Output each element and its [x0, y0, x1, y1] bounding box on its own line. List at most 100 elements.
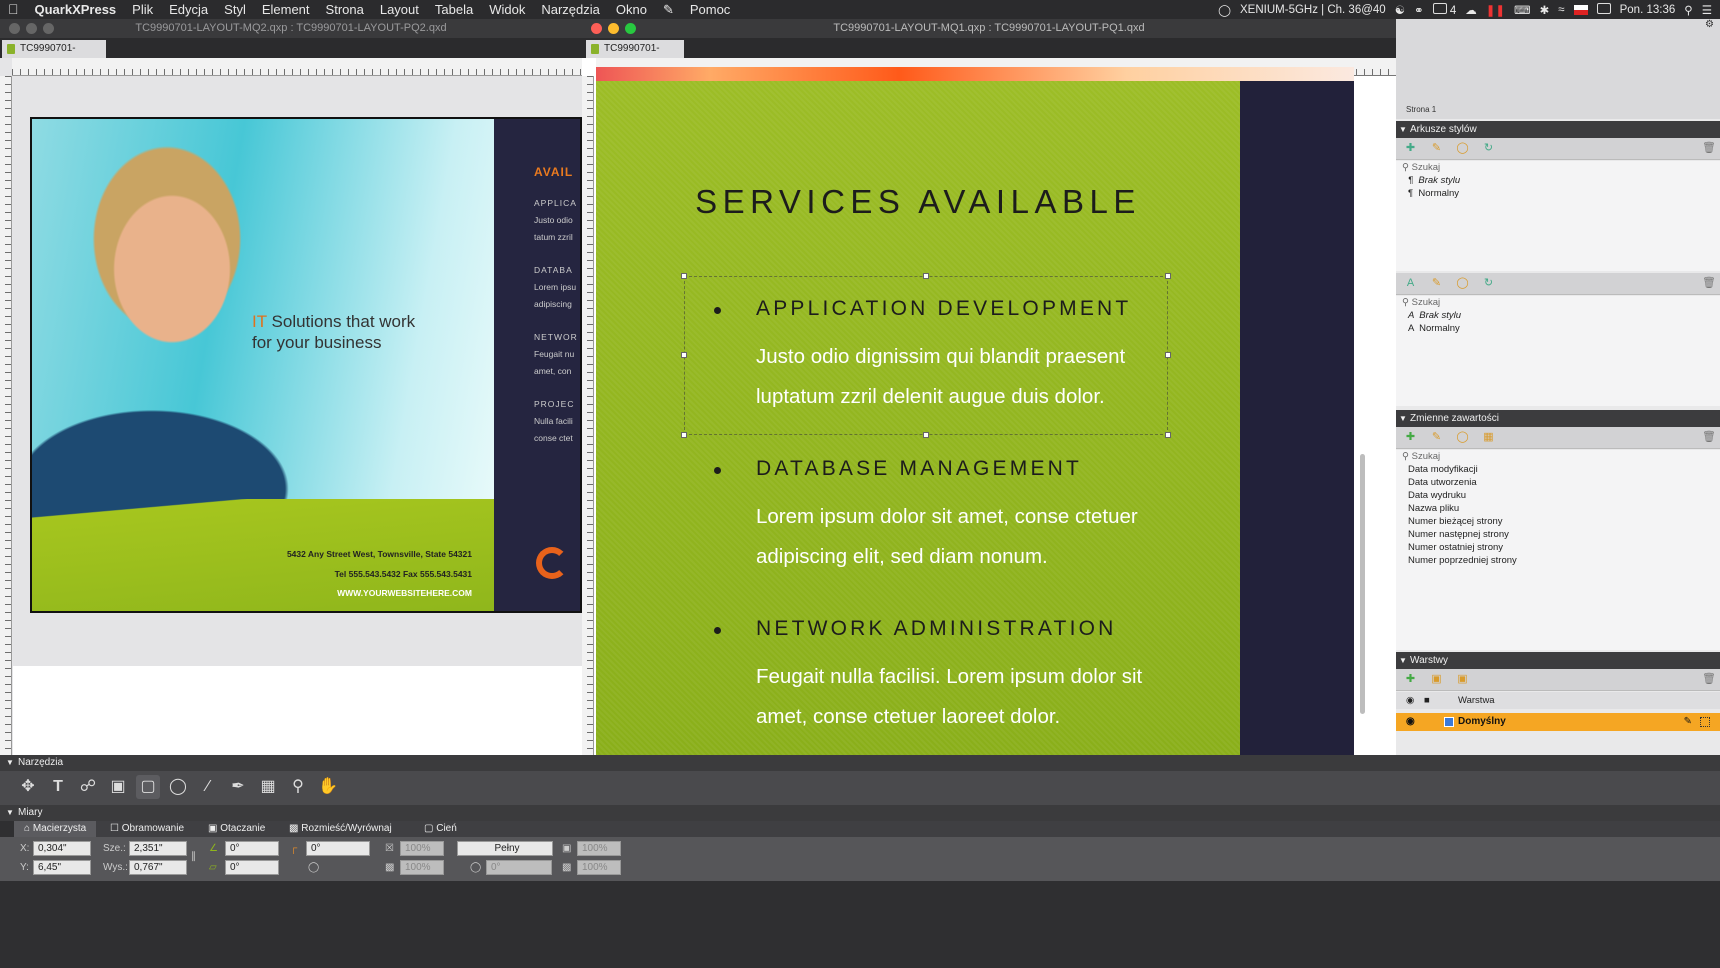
battery-widget-icon[interactable]: 4 — [1432, 2, 1456, 17]
right-vertical-ruler[interactable] — [582, 76, 594, 755]
resize-handle[interactable] — [681, 273, 687, 279]
variable-item[interactable]: Numer ostatniej strony — [1396, 541, 1720, 554]
right-window-titlebar[interactable]: TC9990701-LAYOUT-MQ1.qxp : TC9990701-LAY… — [582, 19, 1396, 38]
style-item[interactable]: ¶ Brak stylu — [1396, 174, 1720, 187]
tab-frame[interactable]: ☐ Obramowanie — [100, 821, 194, 837]
gear-icon[interactable]: ⚙ — [1705, 19, 1714, 30]
menu-narzedzia[interactable]: Narzędzia — [533, 0, 608, 19]
zoom-button[interactable] — [625, 23, 636, 34]
pause-icon[interactable]: ❚❚ — [1486, 3, 1505, 17]
line-tool-icon[interactable]: ∕ — [196, 775, 220, 799]
delete-icon[interactable]: 🗑 — [1702, 277, 1716, 290]
minimize-button[interactable] — [608, 23, 619, 34]
left-window-titlebar[interactable]: TC9990701-LAYOUT-MQ2.qxp : TC9990701-LAY… — [0, 19, 582, 38]
style-item[interactable]: ¶ Normalny — [1396, 187, 1720, 200]
oval-tool-icon[interactable]: ◯ — [166, 775, 190, 799]
rotation-field[interactable]: 0° — [225, 841, 279, 856]
clock[interactable]: Pon. 13:36 — [1620, 4, 1676, 16]
add-layer-icon[interactable]: ✚ — [1404, 673, 1417, 686]
duplicate-icon[interactable]: ◯ — [1456, 142, 1469, 155]
frame-width-icon[interactable]: ▣ — [562, 841, 571, 856]
page-layout-area[interactable]: Strona 1 ⚙ — [1396, 19, 1720, 119]
edit-layer-icon[interactable]: ✎ — [1684, 713, 1692, 731]
tab-drop-shadow[interactable]: ▢ Cień — [414, 821, 467, 837]
left-horizontal-ruler[interactable] — [12, 58, 582, 76]
pan-tool-icon[interactable]: ✋ — [316, 775, 340, 799]
fill-shade-field[interactable]: 100% — [400, 841, 444, 856]
frame-color-icon[interactable]: ◯ — [470, 860, 481, 875]
fill-opacity-icon[interactable]: ▩ — [385, 860, 394, 875]
keyboard-icon[interactable]: ⌨ — [1514, 3, 1531, 17]
minimize-button[interactable] — [26, 23, 37, 34]
add-icon[interactable]: ✚ — [1404, 431, 1417, 444]
wifi-icon[interactable]: ≈ — [1558, 4, 1564, 16]
x-field[interactable]: 0,304" — [33, 841, 91, 856]
dark-sidebar-block[interactable] — [1240, 81, 1354, 755]
duplicate-icon[interactable]: ◯ — [1456, 277, 1469, 290]
headphones-icon[interactable]: ⚭ — [1414, 3, 1424, 17]
gap-color-icon[interactable]: ▩ — [562, 860, 571, 875]
fill-opacity-field[interactable]: 100% — [400, 860, 444, 875]
script-icon[interactable]: ✎ — [655, 0, 682, 19]
new-style-icon[interactable]: A — [1404, 277, 1417, 290]
edit-icon[interactable]: ✎ — [1430, 277, 1443, 290]
delete-icon[interactable]: 🗑 — [1702, 142, 1716, 155]
menu-layout[interactable]: Layout — [372, 0, 427, 19]
variable-item[interactable]: Nazwa pliku — [1396, 502, 1720, 515]
corner-radius-field[interactable]: 0° — [306, 841, 370, 856]
menu-styl[interactable]: Styl — [216, 0, 254, 19]
visibility-eye-icon[interactable]: ◉ — [1406, 713, 1415, 731]
char-style-item[interactable]: A Brak stylu — [1396, 309, 1720, 322]
search-icon[interactable]: ⚲ — [1684, 3, 1692, 17]
wifi-status[interactable]: XENIUM-5GHz | Ch. 36@40 — [1240, 4, 1386, 16]
flag-icon[interactable] — [1573, 4, 1588, 15]
content-variables-header[interactable]: Zmienne zawartości — [1396, 410, 1720, 427]
picture-content-tool-icon[interactable]: ▣ — [106, 775, 130, 799]
y-field[interactable]: 6,45" — [33, 860, 91, 875]
left-layout-tab[interactable]: TC9990701-LAY... — [2, 40, 106, 72]
resize-handle[interactable] — [923, 273, 929, 279]
resize-handle[interactable] — [681, 352, 687, 358]
layer-lock-box-icon[interactable] — [1700, 717, 1710, 727]
close-button[interactable] — [591, 23, 602, 34]
pen-tool-icon[interactable]: ✒ — [226, 775, 250, 799]
resize-handle[interactable] — [923, 432, 929, 438]
layers-palette-header[interactable]: Warstwy — [1396, 652, 1720, 669]
services-page[interactable]: SERVICES AVAILABLE APPLICATION DEVELOPME… — [596, 81, 1240, 755]
lock-proportions-icon[interactable]: ∥ — [191, 849, 196, 864]
move-layer-icon[interactable]: ▣ — [1456, 673, 1469, 686]
vertical-scrollbar[interactable] — [1360, 454, 1365, 714]
variables-search[interactable]: ⚲ Szukaj — [1396, 450, 1720, 463]
page-title[interactable]: SERVICES AVAILABLE — [596, 183, 1240, 221]
apple-icon[interactable]:  — [0, 0, 27, 19]
refresh-icon[interactable]: ↻ — [1482, 142, 1495, 155]
duplicate-icon[interactable]: ◯ — [1456, 431, 1469, 444]
menu-pomoc[interactable]: Pomoc — [682, 0, 738, 19]
bluetooth-icon[interactable]: ✱ — [1540, 3, 1550, 17]
refresh-icon[interactable]: ↻ — [1482, 277, 1495, 290]
tab-home[interactable]: ⌂ Macierzysta — [14, 821, 97, 837]
menu-plik[interactable]: Plik — [124, 0, 161, 19]
resize-handle[interactable] — [1165, 273, 1171, 279]
layer-row-default[interactable]: ◉ Domyślny ✎ — [1396, 713, 1720, 731]
service-heading[interactable]: DATABASE MANAGEMENT — [756, 457, 1082, 481]
frame-style-select[interactable]: Pełny — [457, 841, 553, 856]
edit-icon[interactable]: ✎ — [1430, 431, 1443, 444]
battery-icon[interactable] — [1596, 2, 1611, 17]
char-style-item[interactable]: A Normalny — [1396, 322, 1720, 335]
frame-angle-field[interactable]: 0° — [486, 860, 552, 875]
service-text[interactable]: Lorem ipsum dolor sit amet, conse ctetue… — [756, 497, 1138, 577]
zoom-button[interactable] — [43, 23, 54, 34]
variable-item[interactable]: Data modyfikacji — [1396, 463, 1720, 476]
rectangle-box-tool-icon[interactable]: ▢ — [136, 775, 160, 799]
variable-item[interactable]: Data utworzenia — [1396, 476, 1720, 489]
zoom-tool-icon[interactable]: ⚲ — [286, 775, 310, 799]
resize-handle[interactable] — [1165, 432, 1171, 438]
service-text[interactable]: Feugait nulla facilisi. Lorem ipsum dolo… — [756, 657, 1142, 737]
item-tool-icon[interactable]: ✥ — [16, 775, 40, 799]
linking-tool-icon[interactable]: ☍ — [76, 775, 100, 799]
delete-icon[interactable]: 🗑 — [1702, 673, 1716, 686]
tools-panel-header[interactable]: Narzędzia — [0, 755, 1720, 771]
notifications-icon[interactable]: ☰ — [1702, 3, 1712, 17]
table-tool-icon[interactable]: ▦ — [256, 775, 280, 799]
